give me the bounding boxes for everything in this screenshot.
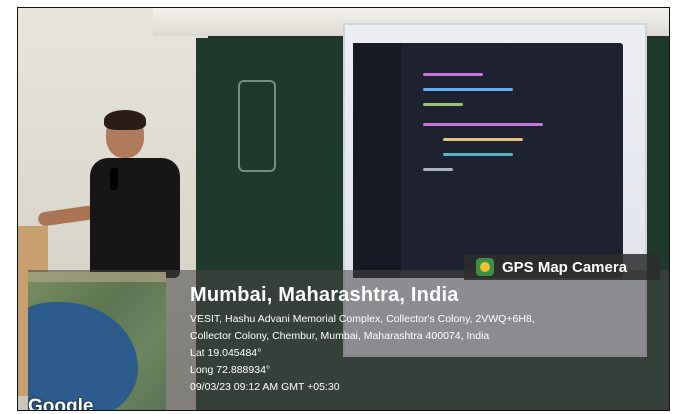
code-line <box>423 168 453 171</box>
address-line-1: VESIT, Hashu Advani Memorial Complex, Co… <box>190 313 535 325</box>
gps-badge-label: GPS Map Camera <box>502 258 628 276</box>
address-line-2: Collector Colony, Chembur, Mumbai, Mahar… <box>190 330 490 342</box>
speaker-hair <box>104 110 146 130</box>
code-line <box>443 153 513 156</box>
google-logo: Google <box>28 396 94 411</box>
code-line <box>443 138 523 141</box>
longitude: Long 72.888934° <box>190 364 271 376</box>
code-line <box>423 123 543 126</box>
photo-background: Google GPS Map Camera Mumbai, Maharashtr… <box>17 7 670 411</box>
microphone <box>110 168 118 190</box>
code-line <box>423 73 483 76</box>
location-title: Mumbai, Maharashtra, India <box>190 284 459 306</box>
gps-badge: GPS Map Camera <box>464 254 660 280</box>
speaker-body <box>90 158 180 278</box>
map-coast <box>28 272 166 282</box>
datetime: 09/03/23 09:12 AM GMT +05:30 <box>190 381 340 393</box>
editor-sidebar <box>353 43 401 278</box>
code-line <box>423 103 463 106</box>
code-line <box>423 88 513 91</box>
location-info: Mumbai, Maharashtra, India VESIT, Hashu … <box>190 278 660 396</box>
board-sketch <box>238 80 276 172</box>
latitude: Lat 19.045484° <box>190 347 262 359</box>
map-thumbnail <box>28 272 166 410</box>
code-editor-projection <box>353 43 623 278</box>
gps-map-camera-icon <box>476 258 494 276</box>
